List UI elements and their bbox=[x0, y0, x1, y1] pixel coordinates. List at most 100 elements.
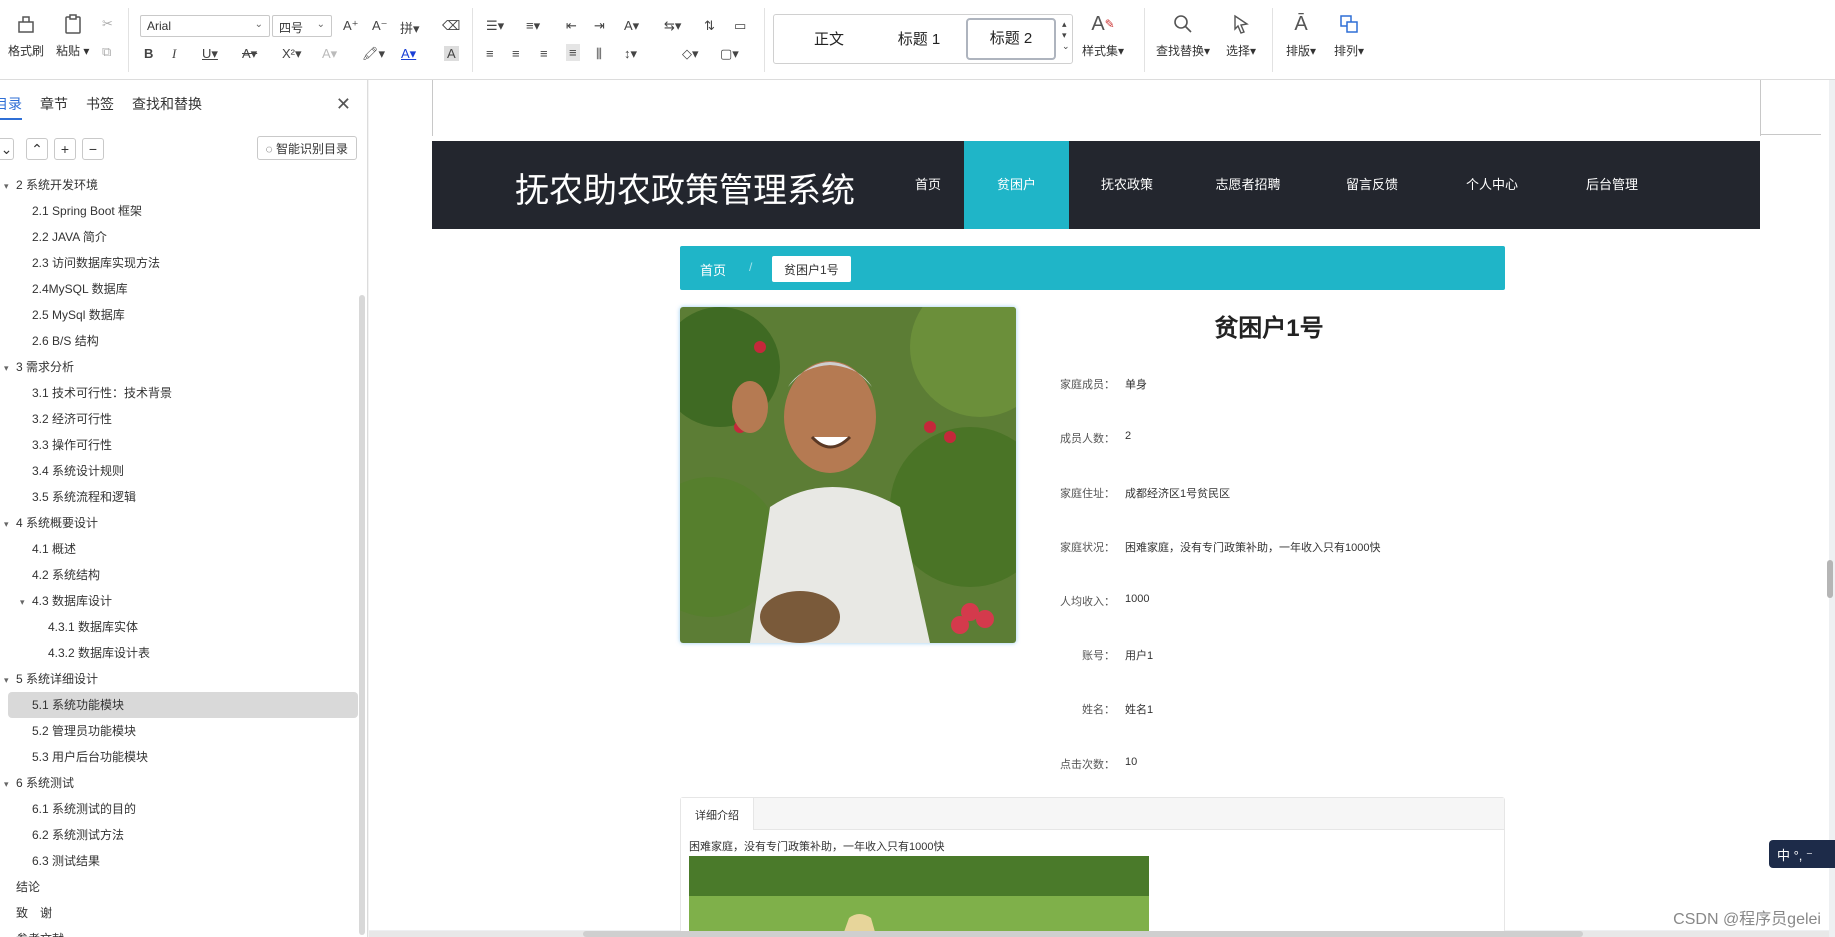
cut-icon[interactable]: ✂ bbox=[102, 16, 113, 32]
justify-icon[interactable]: ≡ bbox=[566, 44, 580, 61]
toc-item[interactable]: 3.1 技术可行性：技术背景 bbox=[0, 380, 368, 406]
tab-detail-intro[interactable]: 详细介绍 bbox=[681, 798, 754, 830]
toc-item[interactable]: ▾ 6 系统测试 bbox=[0, 770, 368, 796]
copy-icon[interactable]: ⧉ bbox=[102, 44, 111, 60]
bold-icon[interactable]: B bbox=[144, 46, 153, 61]
expand-all-icon[interactable]: ⌄ bbox=[0, 138, 14, 160]
toc-item[interactable]: 5.3 用户后台功能模块 bbox=[0, 744, 368, 770]
numbered-list-icon[interactable]: ≡▾ bbox=[526, 18, 540, 34]
collapse-icon[interactable]: ⌃ bbox=[26, 138, 48, 160]
caret-down-icon[interactable]: ▾ bbox=[4, 511, 16, 537]
toc-item[interactable]: 2.1 Spring Boot 框架 bbox=[0, 198, 368, 224]
style-set-button[interactable]: A ✎ 样式集▾ bbox=[1082, 12, 1124, 59]
nav-poor-households[interactable]: 贫困户 bbox=[964, 141, 1069, 229]
sort-icon[interactable]: ⇅ bbox=[704, 18, 715, 34]
toc-item[interactable]: 4.3.1 数据库实体 bbox=[0, 614, 368, 640]
align-center-icon[interactable]: ≡ bbox=[512, 46, 520, 61]
toc-item[interactable]: 2.3 访问数据库实现方法 bbox=[0, 250, 368, 276]
style-heading-1[interactable]: 标题 1 bbox=[874, 26, 964, 56]
toc-item[interactable]: 3.5 系统流程和逻辑 bbox=[0, 484, 368, 510]
find-replace-button[interactable]: 查找替换▾ bbox=[1156, 12, 1210, 59]
phonetic-guide-icon[interactable]: 拼▾ bbox=[400, 18, 420, 37]
toc-item[interactable]: 5.1 系统功能模块 bbox=[8, 692, 358, 718]
line-spacing-icon[interactable]: ↕▾ bbox=[624, 46, 637, 62]
caret-down-icon[interactable]: ▾ bbox=[4, 667, 16, 693]
smart-toc-button[interactable]: ◌ 智能识别目录 bbox=[256, 136, 357, 160]
toc-item[interactable]: 3.3 操作可行性 bbox=[0, 432, 368, 458]
toc-item[interactable]: ▾ 5 系统详细设计 bbox=[0, 666, 368, 692]
toc-item[interactable]: ▾ 2 系统开发环境 bbox=[0, 172, 368, 198]
ime-indicator[interactable]: 中 °, ⁻ bbox=[1769, 840, 1835, 868]
layout-button[interactable]: Ā 排版▾ bbox=[1286, 12, 1316, 59]
nav-feedback[interactable]: 留言反馈 bbox=[1312, 141, 1432, 229]
horizontal-scrollbar[interactable] bbox=[369, 931, 1829, 937]
toc-item[interactable]: ▾ 4.3 数据库设计 bbox=[0, 588, 368, 614]
toc-item[interactable]: 结论 bbox=[0, 874, 368, 900]
underline-icon[interactable]: U▾ bbox=[202, 46, 218, 62]
char-shading-icon[interactable]: A bbox=[444, 46, 459, 61]
nav-admin[interactable]: 后台管理 bbox=[1552, 141, 1672, 229]
caret-down-icon[interactable]: ▾ bbox=[4, 771, 16, 797]
toc-item[interactable]: 2.5 MySql 数据库 bbox=[0, 302, 368, 328]
vertical-scrollbar[interactable] bbox=[1825, 80, 1835, 930]
toc-item[interactable]: 2.4MySQL 数据库 bbox=[0, 276, 368, 302]
shading-icon[interactable]: ◇▾ bbox=[682, 46, 699, 62]
toc-item[interactable]: 5.2 管理员功能模块 bbox=[0, 718, 368, 744]
add-heading-icon[interactable]: + bbox=[54, 138, 76, 160]
select-button[interactable]: 选择▾ bbox=[1226, 12, 1256, 59]
grow-font-icon[interactable]: A⁺ bbox=[343, 18, 359, 34]
style-normal[interactable]: 正文 bbox=[794, 26, 864, 56]
toc-item[interactable]: 2.6 B/S 结构 bbox=[0, 328, 368, 354]
toc-item[interactable]: 6.1 系统测试的目的 bbox=[0, 796, 368, 822]
bullet-list-icon[interactable]: ☰▾ bbox=[486, 18, 504, 34]
toc-item[interactable]: 6.2 系统测试方法 bbox=[0, 822, 368, 848]
caret-down-icon[interactable]: ▾ bbox=[4, 173, 16, 199]
caret-down-icon[interactable]: ▾ bbox=[20, 589, 32, 615]
toc-item[interactable]: 2.2 JAVA 简介 bbox=[0, 224, 368, 250]
show-marks-icon[interactable]: ▭ bbox=[734, 18, 746, 34]
nav-volunteer[interactable]: 志愿者招聘 bbox=[1184, 141, 1312, 229]
toc-item[interactable]: 6.3 测试结果 bbox=[0, 848, 368, 874]
shrink-font-icon[interactable]: A⁻ bbox=[372, 18, 388, 34]
paste-button[interactable]: 粘贴 ▾ bbox=[56, 12, 89, 59]
format-painter-button[interactable]: 格式刷 bbox=[8, 12, 44, 59]
nav-home[interactable]: 首页 bbox=[892, 141, 964, 229]
sort-swap-icon[interactable]: ⇆▾ bbox=[664, 18, 681, 34]
italic-icon[interactable]: I bbox=[172, 46, 176, 62]
strikethrough-icon[interactable]: A▾ bbox=[242, 46, 257, 62]
style-heading-2[interactable]: 标题 2 bbox=[966, 18, 1056, 60]
toc-item[interactable]: 4.3.2 数据库设计表 bbox=[0, 640, 368, 666]
caret-down-icon[interactable]: ▾ bbox=[4, 355, 16, 381]
superscript-icon[interactable]: X²▾ bbox=[282, 46, 302, 62]
tab-bookmarks[interactable]: 书签 bbox=[86, 94, 114, 120]
scrollbar-thumb[interactable] bbox=[583, 931, 1583, 937]
nav-profile[interactable]: 个人中心 bbox=[1432, 141, 1552, 229]
sidebar-scrollbar[interactable] bbox=[359, 295, 365, 935]
distribute-icon[interactable]: ⫼ bbox=[596, 46, 602, 62]
font-size-select[interactable]: 四号 ⌄ bbox=[272, 15, 332, 37]
arrange-button[interactable]: 排列▾ bbox=[1334, 12, 1364, 59]
decrease-indent-icon[interactable]: ⇤ bbox=[566, 18, 577, 34]
toc-item[interactable]: ▾ 4 系统概要设计 bbox=[0, 510, 368, 536]
close-icon[interactable]: ✕ bbox=[336, 94, 351, 115]
toc-item[interactable]: 4.1 概述 bbox=[0, 536, 368, 562]
align-right-icon[interactable]: ≡ bbox=[540, 46, 548, 61]
toc-item[interactable]: 参考文献 bbox=[0, 926, 368, 937]
increase-indent-icon[interactable]: ⇥ bbox=[594, 18, 605, 34]
nav-policies[interactable]: 抚农政策 bbox=[1072, 141, 1182, 229]
remove-heading-icon[interactable]: − bbox=[82, 138, 104, 160]
tab-find-replace[interactable]: 查找和替换 bbox=[132, 94, 202, 120]
font-family-select[interactable]: Arial ⌄ bbox=[140, 15, 270, 37]
clear-format-icon[interactable]: ⌫ bbox=[442, 18, 460, 34]
border-icon[interactable]: ▢▾ bbox=[720, 46, 739, 62]
toc-item[interactable]: 3.4 系统设计规则 bbox=[0, 458, 368, 484]
tab-chapters[interactable]: 章节 bbox=[40, 94, 68, 120]
toc-item[interactable]: ▾ 3 需求分析 bbox=[0, 354, 368, 380]
toc-item[interactable]: 致 谢 bbox=[0, 900, 368, 926]
highlight-icon[interactable]: 🖍▾ bbox=[362, 46, 385, 62]
gallery-scroll-icon[interactable]: ▴ ▾ ⌄ bbox=[1062, 19, 1070, 52]
font-color-icon[interactable]: A▾ bbox=[401, 46, 416, 62]
text-effect-icon[interactable]: A▾ bbox=[322, 46, 337, 62]
tab-toc[interactable]: 目录 bbox=[0, 94, 22, 120]
text-direction-icon[interactable]: A▾ bbox=[624, 18, 639, 34]
